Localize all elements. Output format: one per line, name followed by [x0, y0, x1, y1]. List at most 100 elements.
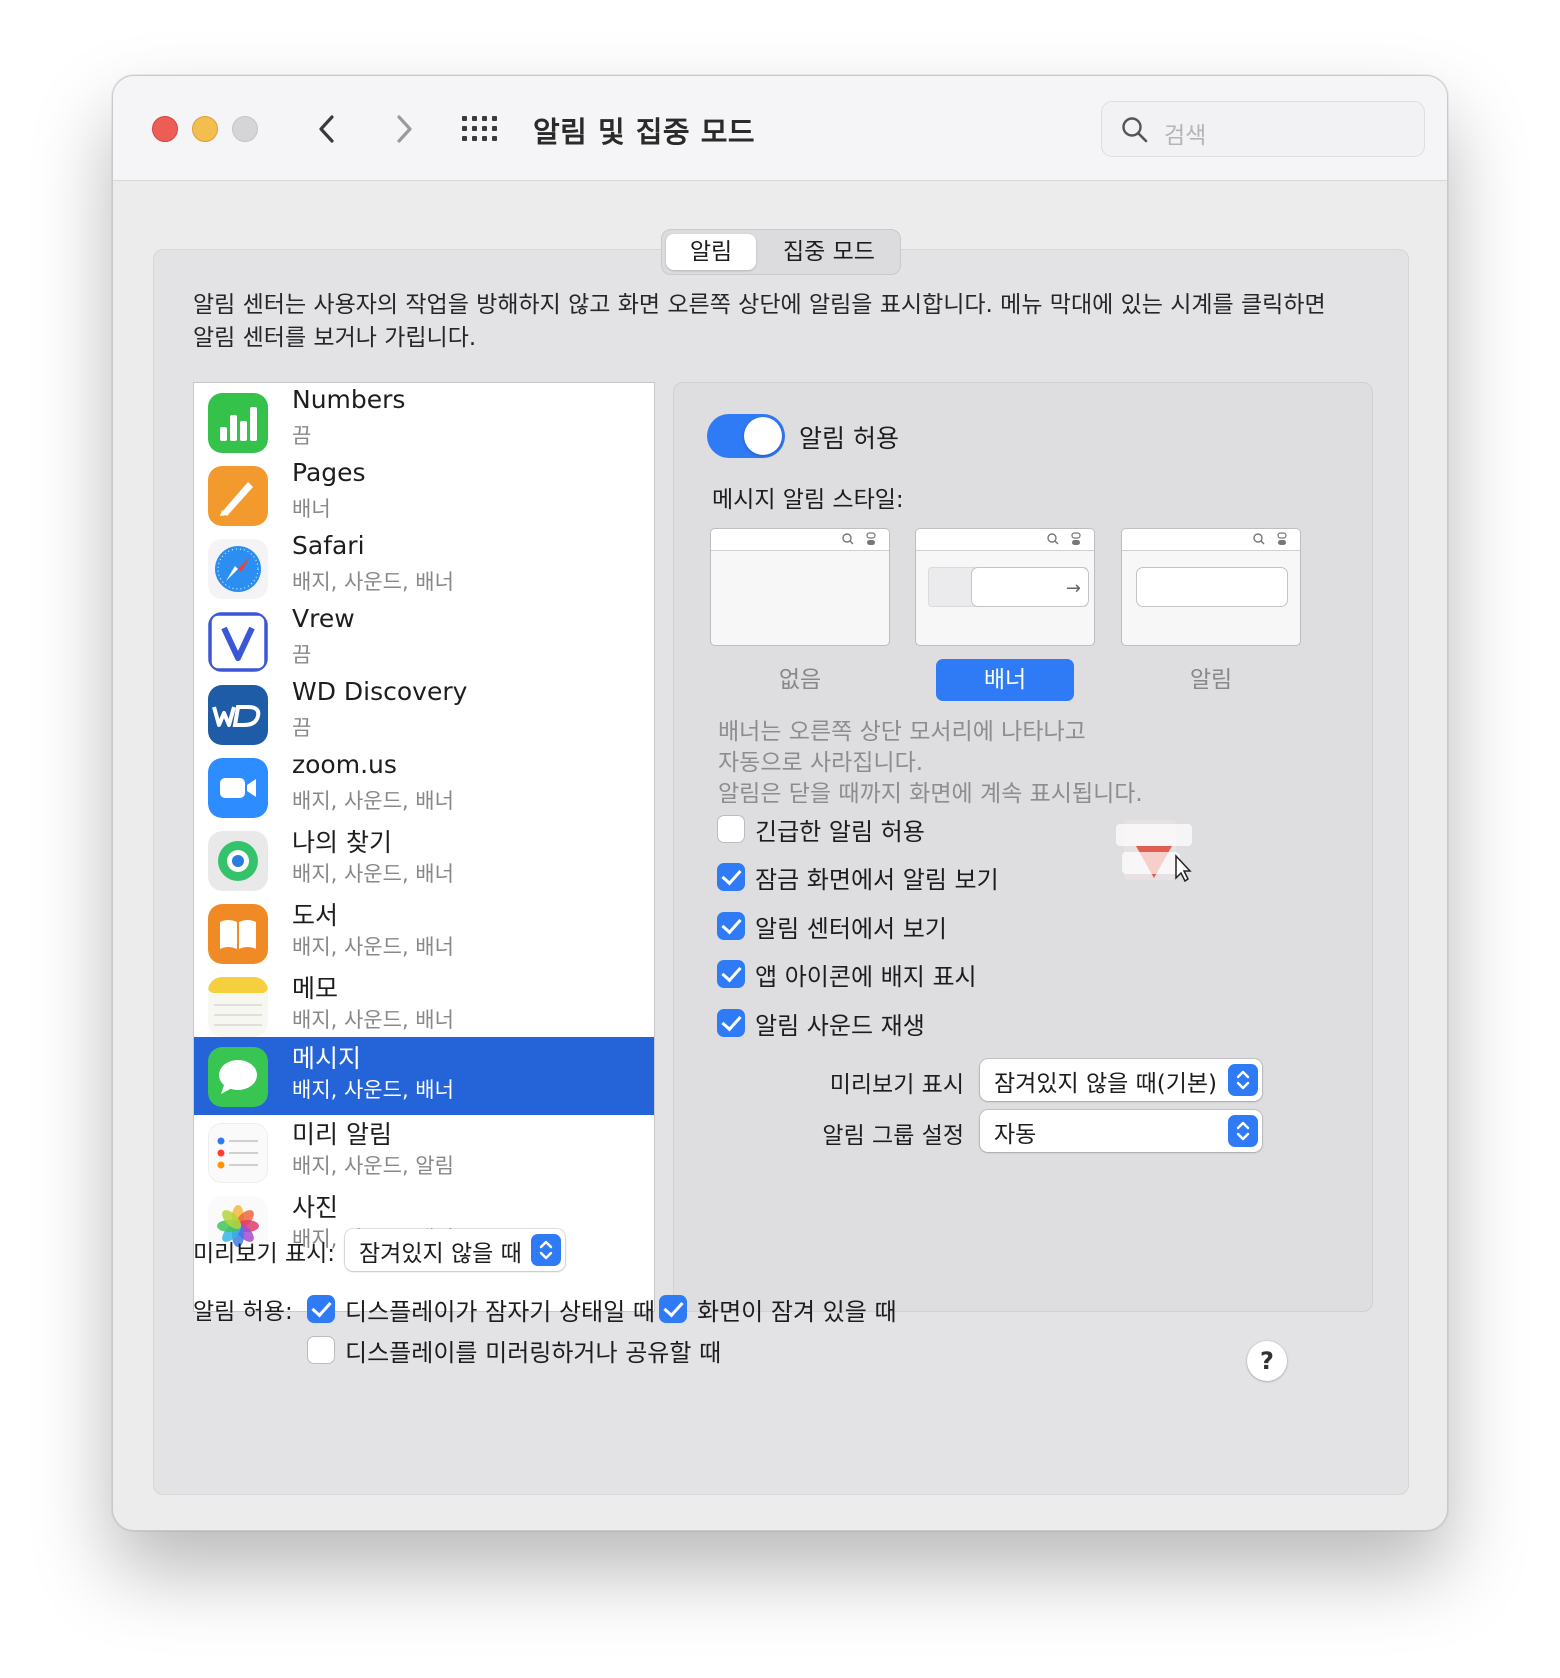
books-icon — [208, 904, 268, 964]
style-banner-label[interactable]: 배너 — [936, 659, 1074, 701]
search-field[interactable]: 검색 — [1101, 101, 1425, 157]
list-item-vrew[interactable]: Vrew 끔 — [194, 602, 654, 680]
alert-style-label: 메시지 알림 스타일: — [712, 487, 904, 513]
safari-icon — [208, 539, 268, 599]
style-hint: 배너는 오른쪽 상단 모서리에 나타나고 자동으로 사라집니다. 알림은 닫을 … — [718, 717, 1143, 810]
app-status: 배지, 사운드, 배너 — [292, 570, 454, 594]
app-name: 메시지 — [292, 1044, 362, 1073]
bottom-preview-value: 잠겨있지 않을 때 — [359, 1241, 522, 1267]
grouping-value: 자동 — [994, 1122, 1037, 1148]
app-name: 사진 — [292, 1193, 339, 1222]
grid-icon — [462, 116, 497, 141]
grouping-popup[interactable]: 자동 — [980, 1110, 1262, 1152]
grouping-label: 알림 그룹 설정 — [822, 1123, 964, 1149]
preview-value: 잠겨있지 않을 때(기본) — [994, 1071, 1218, 1097]
app-name: Safari — [292, 531, 365, 560]
bottom-preview-popup[interactable]: 잠겨있지 않을 때 — [345, 1229, 565, 1271]
sound-checkbox[interactable] — [717, 1009, 745, 1037]
search-icon — [1122, 117, 1148, 143]
preview-popup[interactable]: 잠겨있지 않을 때(기본) — [980, 1059, 1262, 1101]
notification-center-checkbox[interactable] — [717, 912, 745, 940]
style-none-label[interactable]: 없음 — [710, 659, 890, 701]
forward-button[interactable] — [383, 109, 423, 149]
list-item-zoom[interactable]: zoom.us 배지, 사운드, 배너 — [194, 748, 654, 826]
show-all-button[interactable] — [461, 114, 501, 144]
screen-locked-label: 화면이 잠겨 있을 때 — [697, 1298, 897, 1326]
app-name: Pages — [292, 458, 366, 487]
app-name: Vrew — [292, 604, 355, 633]
menu-bar-icons — [1047, 532, 1081, 545]
updown-icon — [1228, 1064, 1258, 1096]
list-item-safari[interactable]: Safari 배지, 사운드, 배너 — [194, 529, 654, 607]
messages-icon — [208, 1047, 268, 1107]
tab-focus[interactable]: 집중 모드 — [762, 234, 896, 270]
updown-icon — [531, 1234, 561, 1266]
app-name: WD Discovery — [292, 677, 468, 706]
time-sensitive-checkbox[interactable] — [717, 815, 745, 843]
hint-line: 배너는 오른쪽 상단 모서리에 나타나고 — [718, 719, 1086, 745]
app-status: 배지, 사운드, 배너 — [292, 1078, 454, 1102]
description-text: 알림 센터는 사용자의 작업을 방해하지 않고 화면 오른쪽 상단에 알림을 표… — [193, 292, 1326, 351]
allow-notifications-toggle[interactable] — [707, 414, 785, 458]
reminders-icon — [208, 1123, 268, 1183]
hint-line: 알림은 닫을 때까지 화면에 계속 표시됩니다. — [718, 781, 1143, 807]
sound-label: 알림 사운드 재생 — [755, 1012, 925, 1040]
pages-icon — [208, 466, 268, 526]
lock-screen-label: 잠금 화면에서 알림 보기 — [755, 866, 999, 894]
back-button[interactable] — [308, 109, 348, 149]
style-banner-preview[interactable]: → — [915, 528, 1095, 646]
list-item-books[interactable]: 도서 배지, 사운드, 배너 — [194, 894, 654, 972]
notification-center-label: 알림 센터에서 보기 — [755, 915, 947, 943]
toggle-knob — [744, 417, 782, 455]
display-sleep-label: 디스플레이가 잠자기 상태일 때 — [345, 1298, 655, 1326]
detail-panel: 알림 허용 메시지 알림 스타일: → 없음 배너 알림 배너는 오른쪽 상단 … — [673, 382, 1373, 1312]
list-item-wd-discovery[interactable]: WD Discovery 끔 — [194, 675, 654, 753]
updown-icon — [1228, 1115, 1258, 1147]
search-placeholder: 검색 — [1164, 123, 1207, 149]
list-item-numbers[interactable]: Numbers 끔 — [194, 383, 654, 461]
vrew-icon — [208, 612, 268, 672]
wd-discovery-icon — [208, 685, 268, 745]
menu-bar-icons — [1253, 532, 1287, 545]
bottom-allow-label: 알림 허용: — [193, 1299, 293, 1325]
app-name: 미리 알림 — [292, 1120, 392, 1149]
style-alert-label[interactable]: 알림 — [1121, 659, 1301, 701]
display-sleep-checkbox[interactable] — [307, 1295, 335, 1323]
app-status: 배지, 사운드, 배너 — [292, 862, 454, 886]
list-item-notes[interactable]: 메모 배지, 사운드, 배너 — [194, 967, 654, 1045]
app-name: zoom.us — [292, 750, 397, 779]
list-item-find-my[interactable]: 나의 찾기 배지, 사운드, 배너 — [194, 821, 654, 899]
app-name: 나의 찾기 — [292, 828, 392, 857]
list-item-messages[interactable]: 메시지 배지, 사운드, 배너 — [194, 1037, 654, 1115]
style-none-preview[interactable] — [710, 528, 890, 646]
menu-bar-icons — [842, 532, 876, 545]
list-item-reminders[interactable]: 미리 알림 배지, 사운드, 알림 — [194, 1113, 654, 1191]
badge-label: 앱 아이콘에 배지 표시 — [755, 963, 977, 991]
help-button[interactable]: ? — [1247, 1341, 1287, 1381]
app-status: 배지, 사운드, 배너 — [292, 1008, 454, 1032]
app-status: 끔 — [292, 643, 312, 667]
mirroring-checkbox[interactable] — [307, 1336, 335, 1364]
screen-locked-checkbox[interactable] — [659, 1295, 687, 1323]
close-button[interactable] — [152, 116, 178, 142]
badge-checkbox[interactable] — [717, 960, 745, 988]
app-status: 배지, 사운드, 배너 — [292, 789, 454, 813]
minimize-button[interactable] — [192, 116, 218, 142]
zoom-button[interactable] — [232, 116, 258, 142]
app-status: 배지, 사운드, 배너 — [292, 935, 454, 959]
mirroring-label: 디스플레이를 미러링하거나 공유할 때 — [345, 1339, 722, 1367]
allow-notifications-label: 알림 허용 — [799, 424, 899, 453]
notes-icon — [208, 977, 268, 1037]
tab-notifications[interactable]: 알림 — [666, 234, 756, 270]
bottom-preview-label: 미리보기 표시: — [193, 1241, 336, 1267]
hint-line: 자동으로 사라집니다. — [718, 750, 924, 776]
tab-bar: 알림 집중 모드 — [661, 229, 901, 275]
app-list[interactable]: Numbers 끔 Pages 배너 Safari 배지, 사운드, 배너 Vr… — [193, 382, 655, 1312]
lock-screen-checkbox[interactable] — [717, 863, 745, 891]
style-alert-preview[interactable] — [1121, 528, 1301, 646]
time-sensitive-label: 긴급한 알림 허용 — [755, 818, 925, 846]
list-item-pages[interactable]: Pages 배너 — [194, 456, 654, 534]
numbers-icon — [208, 393, 268, 453]
app-name: 도서 — [292, 901, 339, 930]
chevron-left-icon — [319, 115, 334, 143]
